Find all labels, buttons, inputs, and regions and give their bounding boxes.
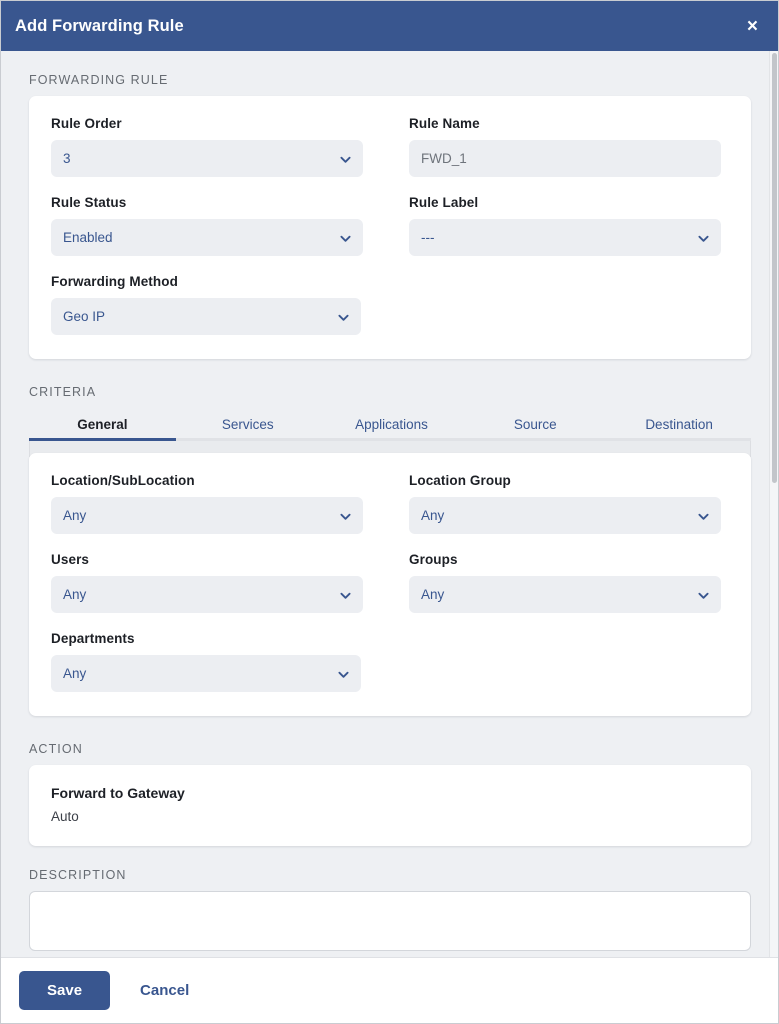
- chevron-down-icon: [698, 590, 709, 601]
- field-users: Users Any: [51, 552, 363, 613]
- forwarding-rule-section-label: FORWARDING RULE: [29, 73, 751, 87]
- cancel-button[interactable]: Cancel: [132, 976, 197, 1005]
- action-title: Forward to Gateway: [51, 785, 729, 801]
- location-sublocation-value: Any: [63, 508, 86, 523]
- rule-name-input[interactable]: FWD_1: [409, 140, 721, 177]
- rule-order-label: Rule Order: [51, 116, 363, 131]
- chevron-down-icon: [340, 233, 351, 244]
- departments-value: Any: [63, 666, 86, 681]
- users-select[interactable]: Any: [51, 576, 363, 613]
- location-group-select[interactable]: Any: [409, 497, 721, 534]
- modal-footer: Save Cancel: [1, 957, 778, 1023]
- groups-value: Any: [421, 587, 444, 602]
- groups-label: Groups: [409, 552, 721, 567]
- criteria-section-label: CRITERIA: [29, 385, 751, 399]
- departments-label: Departments: [51, 631, 363, 646]
- rule-name-label: Rule Name: [409, 116, 721, 131]
- criteria-section: CRITERIA General Services Applications S…: [29, 385, 751, 716]
- forwarding-method-select[interactable]: Geo IP: [51, 298, 361, 335]
- location-group-label: Location Group: [409, 473, 721, 488]
- description-section: DESCRIPTION: [29, 868, 751, 956]
- tab-services[interactable]: Services: [176, 417, 320, 438]
- description-section-label: DESCRIPTION: [29, 868, 751, 882]
- modal-body: FORWARDING RULE Rule Order 3: [1, 51, 778, 957]
- vertical-scrollbar[interactable]: [769, 51, 778, 957]
- field-rule-name: Rule Name FWD_1: [409, 116, 721, 177]
- rule-status-select[interactable]: Enabled: [51, 219, 363, 256]
- criteria-tabs: General Services Applications Source Des…: [29, 408, 751, 438]
- action-section-label: ACTION: [29, 742, 751, 756]
- forwarding-method-value: Geo IP: [63, 309, 105, 324]
- action-section: ACTION Forward to Gateway Auto: [29, 742, 751, 846]
- tab-underline: [29, 438, 751, 441]
- chevron-down-icon: [338, 312, 349, 323]
- save-button[interactable]: Save: [19, 971, 110, 1010]
- field-forwarding-method: Forwarding Method Geo IP: [51, 274, 363, 335]
- chevron-down-icon: [340, 511, 351, 522]
- forwarding-rule-card: Rule Order 3 Rule Status Enabl: [29, 96, 751, 359]
- tab-applications[interactable]: Applications: [320, 417, 464, 438]
- departments-select[interactable]: Any: [51, 655, 361, 692]
- field-location-sublocation: Location/SubLocation Any: [51, 473, 363, 534]
- criteria-general-panel: Location/SubLocation Any Users: [29, 453, 751, 716]
- tab-source[interactable]: Source: [463, 417, 607, 438]
- field-departments: Departments Any: [51, 631, 363, 692]
- chevron-down-icon: [338, 669, 349, 680]
- field-rule-label: Rule Label ---: [409, 195, 721, 256]
- rule-label-select[interactable]: ---: [409, 219, 721, 256]
- users-value: Any: [63, 587, 86, 602]
- action-card: Forward to Gateway Auto: [29, 765, 751, 846]
- chevron-down-icon: [340, 590, 351, 601]
- field-rule-status: Rule Status Enabled: [51, 195, 363, 256]
- field-location-group: Location Group Any: [409, 473, 721, 534]
- rule-order-value: 3: [63, 151, 71, 166]
- modal-header: Add Forwarding Rule ×: [1, 1, 778, 51]
- rule-label-label: Rule Label: [409, 195, 721, 210]
- scrollbar-thumb[interactable]: [772, 53, 777, 483]
- chevron-down-icon: [698, 511, 709, 522]
- chevron-down-icon: [340, 154, 351, 165]
- rule-name-value: FWD_1: [421, 151, 467, 166]
- rule-label-value: ---: [421, 230, 435, 245]
- action-subtitle: Auto: [51, 809, 729, 824]
- field-groups: Groups Any: [409, 552, 721, 613]
- tab-general[interactable]: General: [29, 417, 176, 438]
- field-rule-order: Rule Order 3: [51, 116, 363, 177]
- rule-order-select[interactable]: 3: [51, 140, 363, 177]
- location-group-value: Any: [421, 508, 444, 523]
- location-sublocation-label: Location/SubLocation: [51, 473, 363, 488]
- users-label: Users: [51, 552, 363, 567]
- add-forwarding-rule-modal: Add Forwarding Rule × FORWARDING RULE Ru…: [0, 0, 779, 1024]
- forwarding-method-label: Forwarding Method: [51, 274, 363, 289]
- modal-title: Add Forwarding Rule: [15, 17, 184, 36]
- groups-select[interactable]: Any: [409, 576, 721, 613]
- chevron-down-icon: [698, 233, 709, 244]
- rule-status-label: Rule Status: [51, 195, 363, 210]
- description-textarea[interactable]: [29, 891, 751, 951]
- location-sublocation-select[interactable]: Any: [51, 497, 363, 534]
- tab-active-indicator: [29, 438, 176, 441]
- rule-status-value: Enabled: [63, 230, 113, 245]
- tab-destination[interactable]: Destination: [607, 417, 751, 438]
- close-icon[interactable]: ×: [743, 15, 762, 38]
